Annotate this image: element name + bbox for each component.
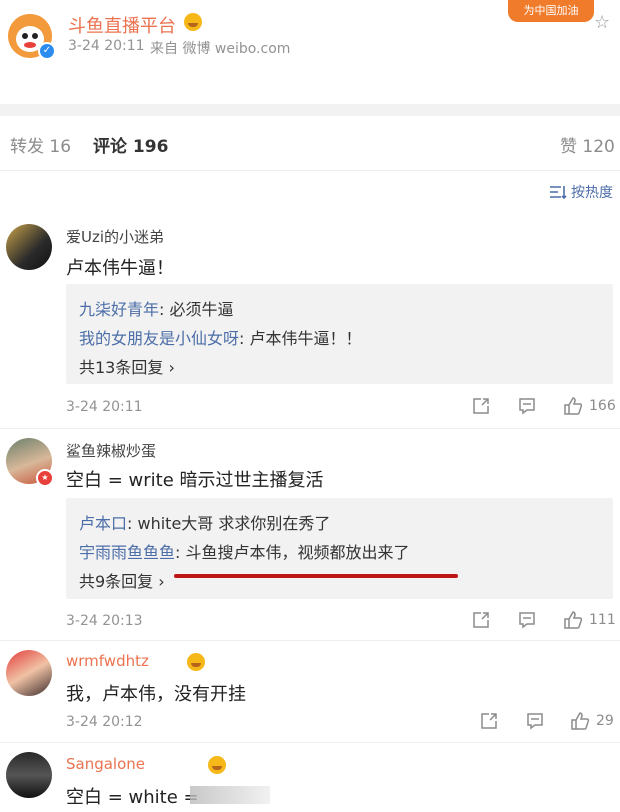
reply-user[interactable]: 卢本口 [79,514,127,533]
comment-time: 3-24 20:13 [66,613,143,629]
reply-user[interactable]: 我的女朋友是小仙女呀 [79,329,239,348]
more-replies-link[interactable]: 共9条回复 › [79,568,165,592]
share-icon [473,612,489,628]
tab-like[interactable]: 赞 120 [560,132,615,157]
sort-icon [550,186,567,200]
comment-time: 3-24 20:12 [66,714,143,730]
post-source[interactable]: 来自 微博 weibo.com [150,38,290,58]
share-button[interactable] [472,611,490,629]
comment-text: 空白 = write 暗示过世主播复活 [66,470,324,491]
reply-box[interactable]: 卢本口: white大哥 求求你别在秀了 宇雨雨鱼鱼鱼: 斗鱼搜卢本伟，视频都放… [66,498,613,599]
sort-label: 按热度 [571,185,613,201]
like-count: 29 [596,713,614,729]
comment-divider [0,428,620,429]
comment-divider [0,742,620,743]
reply-box[interactable]: 九柒好青年: 必须牛逼 我的女朋友是小仙女呀: 卢本伟牛逼！！ 共13条回复 › [66,284,613,384]
thumbs-up-icon [571,712,590,730]
like-button[interactable]: 166 [563,396,616,416]
reply-line: 我的女朋友是小仙女呀: 卢本伟牛逼！！ [79,325,362,349]
share-button[interactable] [472,397,490,415]
reply-text: : 斗鱼搜卢本伟，视频都放出来了 [175,543,410,562]
comment-avatar[interactable] [6,224,52,270]
comment-icon [527,713,543,730]
sort-button[interactable]: 按热度 [549,182,613,202]
comment-text: 卢本伟牛逼！ [66,258,174,279]
comment-username[interactable]: 鲨鱼辣椒炒蛋 [66,440,156,461]
reply-line: 卢本口: white大哥 求求你别在秀了 [79,510,330,534]
reply-text: : 卢本伟牛逼！！ [239,329,362,348]
redaction-blur [190,786,270,804]
like-count: 111 [589,612,616,628]
thumbs-up-icon [564,611,583,629]
member-crown-icon [208,756,227,774]
comment-button[interactable] [518,611,536,629]
reply-line: 九柒好青年: 必须牛逼 [79,296,234,320]
share-button[interactable] [480,712,498,730]
reply-user[interactable]: 九柒好青年 [79,300,159,319]
campaign-banner: 为中国加油 [508,0,594,22]
share-icon [473,398,489,414]
reply-text: : white大哥 求求你别在秀了 [127,514,331,533]
member-crown-icon [187,653,206,671]
like-button[interactable]: 111 [563,610,616,630]
reply-text: : 必须牛逼 [159,300,234,319]
comment-avatar[interactable] [6,650,52,696]
post-author-name[interactable]: 斗鱼直播平台 [68,12,176,38]
like-count: 166 [589,398,616,414]
comment-divider [0,640,620,641]
comment-button[interactable] [526,712,544,730]
reply-user[interactable]: 宇雨雨鱼鱼鱼 [79,543,175,562]
favorite-star-icon[interactable]: ☆ [594,12,610,33]
comment-icon [519,612,535,629]
member-crown-icon [184,13,202,31]
comment-username[interactable]: wrmfwdhtz [66,652,149,670]
red-underline-annotation [174,574,458,578]
comment-avatar[interactable] [6,752,52,798]
reply-line: 宇雨雨鱼鱼鱼: 斗鱼搜卢本伟，视频都放出来了 [79,539,410,563]
tab-comment[interactable]: 评论 196 [93,132,168,157]
post-time: 3-24 20:11 [68,38,145,54]
section-divider [0,104,620,116]
campaign-banner-text: 为中国加油 [523,4,579,17]
comment-button[interactable] [518,397,536,415]
more-replies-link[interactable]: 共13条回复 › [79,354,175,378]
tabs-divider [0,170,620,171]
comment-username[interactable]: 爱Uzi的小迷弟 [66,226,164,247]
share-icon [481,713,497,729]
comment-text: 空白 = white = [66,787,199,808]
thumbs-up-icon [564,397,583,415]
like-button[interactable]: 29 [570,711,614,731]
comment-text: 我，卢本伟，没有开挂 [66,684,246,705]
comment-icon [519,398,535,415]
user-badge-icon: ★ [36,469,54,487]
comment-time: 3-24 20:11 [66,399,143,415]
comment-username[interactable]: Sangalone [66,755,145,773]
verified-badge-icon: ✓ [38,42,56,60]
tab-repost[interactable]: 转发 16 [10,132,71,157]
